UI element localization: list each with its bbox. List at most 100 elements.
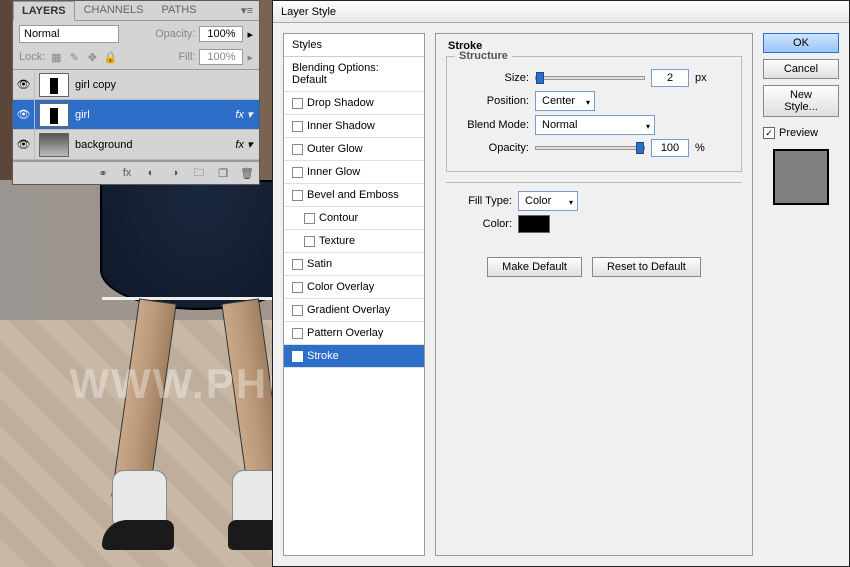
layer-fx-icon[interactable]: fx ▾ [229, 108, 259, 121]
opacity-input[interactable]: 100 [651, 139, 689, 157]
tab-paths[interactable]: PATHS [153, 0, 206, 20]
style-label: Contour [319, 212, 358, 224]
tab-channels[interactable]: CHANNELS [75, 0, 153, 20]
new-style-button[interactable]: New Style... [763, 85, 839, 117]
style-label: Inner Shadow [307, 120, 375, 132]
style-label: Inner Glow [307, 166, 360, 178]
dialog-title: Layer Style [273, 1, 849, 23]
style-label: Gradient Overlay [307, 304, 390, 316]
link-layers-icon[interactable]: ⚭ [94, 165, 112, 181]
color-swatch[interactable] [518, 215, 550, 233]
style-contour[interactable]: Contour [284, 207, 424, 230]
checkbox-icon[interactable] [304, 236, 315, 247]
checkbox-icon[interactable] [292, 328, 303, 339]
style-texture[interactable]: Texture [284, 230, 424, 253]
ok-button[interactable]: OK [763, 33, 839, 53]
opacity-flyout-icon[interactable]: ▸ [247, 28, 253, 41]
layer-name[interactable]: girl copy [73, 79, 259, 91]
position-select[interactable]: Center [535, 91, 595, 111]
panel-menu-icon[interactable]: ▾≡ [235, 1, 259, 20]
style-inner-shadow[interactable]: Inner Shadow [284, 115, 424, 138]
checkbox-icon[interactable] [292, 98, 303, 109]
layers-panel: LAYERS CHANNELS PATHS ▾≡ Normal Opacity:… [12, 0, 260, 185]
size-slider[interactable] [535, 76, 645, 80]
size-label: Size: [457, 72, 529, 84]
cancel-button[interactable]: Cancel [763, 59, 839, 79]
style-color-overlay[interactable]: Color Overlay [284, 276, 424, 299]
adjustment-layer-icon[interactable]: ◑ [166, 165, 184, 181]
style-label: Texture [319, 235, 355, 247]
lock-transparency-icon[interactable]: ▦ [49, 50, 63, 64]
style-stroke[interactable]: ✓ Stroke [284, 345, 424, 368]
lock-label: Lock: [19, 51, 45, 63]
fill-type-label: Fill Type: [456, 195, 512, 207]
style-gradient-overlay[interactable]: Gradient Overlay [284, 299, 424, 322]
panel-tabs: LAYERS CHANNELS PATHS ▾≡ [13, 1, 259, 21]
checkbox-icon[interactable] [292, 121, 303, 132]
structure-legend: Structure [455, 50, 512, 62]
layer-row[interactable]: 👁 background fx ▾ [13, 130, 259, 160]
layer-row[interactable]: 👁 girl copy [13, 70, 259, 100]
layer-fx-icon[interactable]: fx ▾ [229, 138, 259, 151]
new-group-icon[interactable]: 🗀 [190, 165, 208, 181]
blend-mode-label: Blend Mode: [457, 119, 529, 131]
opacity-slider[interactable] [535, 146, 645, 150]
layers-footer: ⚭ fx ◐ ◑ 🗀 ❐ 🗑 [13, 161, 259, 184]
lock-pixels-icon[interactable]: ✎ [67, 50, 81, 64]
style-bevel-emboss[interactable]: Bevel and Emboss [284, 184, 424, 207]
delete-layer-icon[interactable]: 🗑 [238, 165, 256, 181]
fill-group: Fill Type: Color Color: [446, 182, 742, 247]
new-layer-icon[interactable]: ❐ [214, 165, 232, 181]
position-label: Position: [457, 95, 529, 107]
lock-all-icon[interactable]: 🔒 [103, 50, 117, 64]
opacity-value[interactable]: 100% [199, 26, 243, 42]
checkbox-icon[interactable] [292, 305, 303, 316]
style-drop-shadow[interactable]: Drop Shadow [284, 92, 424, 115]
tab-layers[interactable]: LAYERS [13, 1, 75, 21]
preview-checkbox[interactable]: ✓ [763, 127, 775, 139]
style-list: Styles Blending Options: Default Drop Sh… [283, 33, 425, 556]
checkbox-icon[interactable] [292, 259, 303, 270]
color-label: Color: [456, 218, 512, 230]
style-inner-glow[interactable]: Inner Glow [284, 161, 424, 184]
checkbox-icon[interactable] [304, 213, 315, 224]
style-satin[interactable]: Satin [284, 253, 424, 276]
checkbox-icon[interactable]: ✓ [292, 351, 303, 362]
checkbox-icon[interactable] [292, 144, 303, 155]
fill-type-select[interactable]: Color [518, 191, 578, 211]
style-label: Stroke [307, 350, 339, 362]
styles-header[interactable]: Styles [284, 34, 424, 57]
opacity-label: Opacity: [155, 28, 195, 40]
size-input[interactable]: 2 [651, 69, 689, 87]
checkbox-icon[interactable] [292, 190, 303, 201]
visibility-eye-icon[interactable]: 👁 [13, 100, 35, 129]
checkbox-icon[interactable] [292, 282, 303, 293]
style-outer-glow[interactable]: Outer Glow [284, 138, 424, 161]
layer-name[interactable]: girl [73, 109, 229, 121]
reset-default-button[interactable]: Reset to Default [592, 257, 701, 277]
style-pattern-overlay[interactable]: Pattern Overlay [284, 322, 424, 345]
layer-name[interactable]: background [73, 139, 229, 151]
visibility-eye-icon[interactable]: 👁 [13, 130, 35, 159]
blend-mode-select[interactable]: Normal [535, 115, 655, 135]
blend-mode-select[interactable]: Normal [19, 25, 119, 43]
fill-value[interactable]: 100% [199, 49, 243, 65]
style-label: Pattern Overlay [307, 327, 383, 339]
layer-row[interactable]: 👁 girl fx ▾ [13, 100, 259, 130]
lock-position-icon[interactable]: ✥ [85, 50, 99, 64]
make-default-button[interactable]: Make Default [487, 257, 582, 277]
layer-thumbnail[interactable] [39, 73, 69, 97]
layer-thumbnail[interactable] [39, 103, 69, 127]
dialog-actions: OK Cancel New Style... ✓ Preview [763, 33, 839, 556]
preview-swatch [773, 149, 829, 205]
blending-options-item[interactable]: Blending Options: Default [284, 57, 424, 92]
checkbox-icon[interactable] [292, 167, 303, 178]
layer-list: 👁 girl copy 👁 girl fx ▾ 👁 background fx … [13, 69, 259, 161]
style-label: Satin [307, 258, 332, 270]
layer-thumbnail[interactable] [39, 133, 69, 157]
visibility-eye-icon[interactable]: 👁 [13, 70, 35, 99]
fill-flyout-icon[interactable]: ▸ [247, 51, 253, 64]
add-fx-icon[interactable]: fx [118, 165, 136, 181]
add-mask-icon[interactable]: ◐ [142, 165, 160, 181]
fill-label: Fill: [178, 51, 195, 63]
